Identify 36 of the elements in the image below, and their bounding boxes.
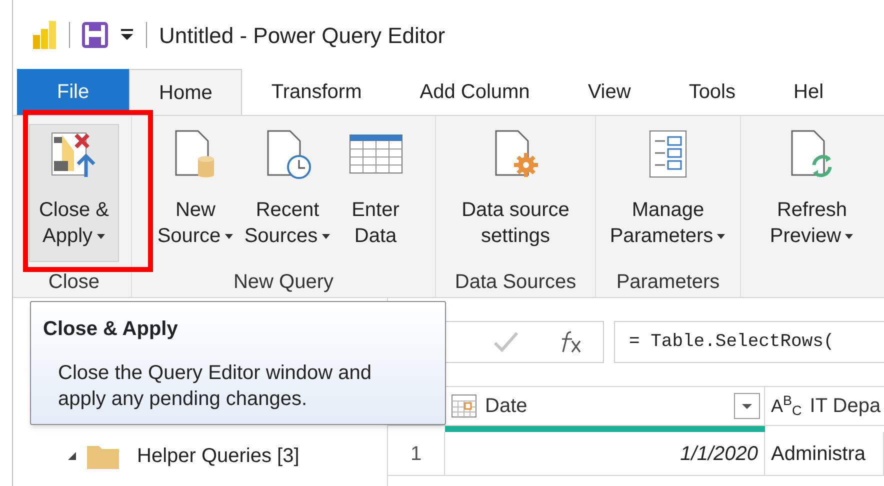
ribbon-tab[interactable]: Tools xyxy=(660,69,765,115)
group-label: New Query xyxy=(232,270,335,295)
table-cell: Administra xyxy=(765,432,884,475)
filter-dropdown-icon[interactable] xyxy=(734,393,760,419)
query-group-label[interactable]: Helper Queries [3] xyxy=(137,441,300,471)
column-header[interactable]: Date xyxy=(445,387,765,425)
group-label: Close xyxy=(47,270,101,295)
ribbon-button[interactable]: Recent Sources xyxy=(236,124,340,249)
save-icon[interactable] xyxy=(82,22,108,48)
tooltip-text: Close the Query Editor window and apply any pending changes. xyxy=(57,361,372,412)
ribbon-tab[interactable]: Transform xyxy=(242,69,391,115)
check-icon[interactable] xyxy=(493,331,519,353)
ribbon-tab[interactable]: Home xyxy=(129,69,242,115)
folder-icon xyxy=(87,443,119,469)
expand-triangle-icon[interactable] xyxy=(67,451,77,461)
group-label: Parameters xyxy=(615,270,721,295)
formula-field[interactable]: = Table.SelectRows( xyxy=(614,321,884,363)
ribbon-button[interactable]: Enter Data xyxy=(340,124,412,249)
ribbon-button[interactable]: New Source xyxy=(156,124,236,249)
ribbon-tab[interactable]: Add Column xyxy=(390,69,559,115)
ribbon-button[interactable]: Close & Apply xyxy=(29,124,119,262)
table-cell: 1/1/2020 xyxy=(445,432,765,475)
calendar-icon xyxy=(451,394,477,418)
group-label: Data Sources xyxy=(454,270,578,295)
ribbon-tab[interactable]: View xyxy=(558,69,660,115)
ribbon-button[interactable]: Manage Parameters xyxy=(599,124,737,249)
file-tab[interactable]: File xyxy=(17,69,129,115)
ribbon-tab[interactable]: Hel xyxy=(764,69,853,115)
tooltip-title: Close & Apply xyxy=(43,317,179,342)
ribbon-button[interactable]: Data source settings xyxy=(446,124,586,249)
column-header[interactable]: A$^{B}$$_{C}$ IT Depa xyxy=(765,387,884,425)
app-logo-icon xyxy=(33,21,57,49)
row-number: 1 xyxy=(388,432,445,475)
window-title: Untitled - Power Query Editor xyxy=(159,22,446,50)
ribbon-button[interactable]: Refresh Preview xyxy=(760,124,864,249)
customize-toolbar-icon[interactable] xyxy=(120,29,134,41)
